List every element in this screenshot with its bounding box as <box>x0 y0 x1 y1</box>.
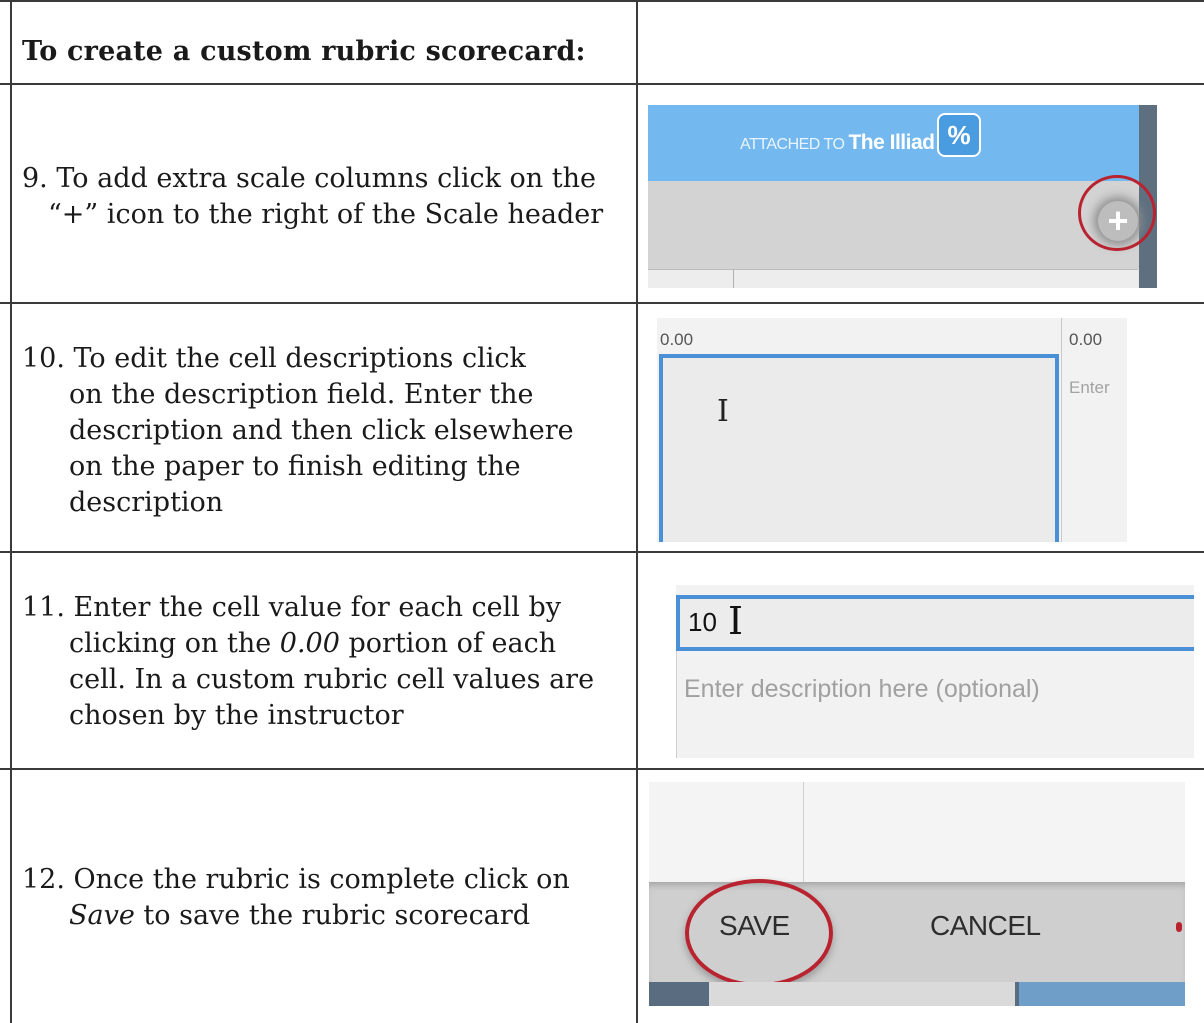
row-divider <box>0 551 1204 553</box>
attached-to-label: ATTACHED TO The Illiad <box>740 131 935 155</box>
step-12-text: 12. Once the rubric is complete click on… <box>22 862 632 934</box>
screenshot-edit-description: 0.00 0.00 Enter I <box>657 318 1127 542</box>
step-10-text: 10. To edit the cell descriptions click … <box>22 341 632 521</box>
assignment-title: The Illiad <box>848 131 935 154</box>
step-11-line2b: portion of each <box>339 628 557 659</box>
cancel-button[interactable]: CANCEL <box>930 910 1041 942</box>
cell-left-border <box>676 651 677 758</box>
attached-to-prefix: ATTACHED TO <box>740 136 845 153</box>
screenshot-add-column: ATTACHED TO The Illiad % + <box>648 105 1157 288</box>
percent-icon[interactable]: % <box>937 113 981 157</box>
step-12-line2: Save to save the rubric scorecard <box>22 898 632 934</box>
step-11-line2: clicking on the 0.00 portion of each <box>22 626 632 662</box>
text-cursor-icon: I <box>717 394 729 429</box>
footer-strip-blue <box>1019 982 1185 1006</box>
step-10-line1: 10. To edit the cell descriptions click <box>22 343 526 374</box>
column-separator <box>733 269 734 288</box>
step-11-value-em: 0.00 <box>279 628 340 659</box>
column-divider <box>636 0 638 1023</box>
step-10-line2: on the description field. Enter the <box>69 379 534 410</box>
step-12-line2b: to save the rubric scorecard <box>134 900 531 931</box>
table-header-divider <box>0 83 1204 85</box>
step-10-line3: description and then click elsewhere <box>69 415 574 446</box>
step-9-line1: 9. To add extra scale columns click on t… <box>22 163 596 194</box>
row-divider <box>0 302 1204 304</box>
row-divider <box>0 768 1204 770</box>
highlight-ring <box>1078 175 1156 251</box>
table-title: To create a custom rubric scorecard: <box>22 36 586 67</box>
step-11-line3: cell. In a custom rubric cell values are <box>69 664 595 695</box>
step-11-line1: 11. Enter the cell value for each cell b… <box>22 592 562 623</box>
cell-value: 10 <box>688 607 717 637</box>
cell-value-field[interactable]: 10 I <box>676 595 1194 651</box>
column-separator <box>803 782 804 882</box>
step-11-line4: chosen by the instructor <box>69 700 404 731</box>
step-12-save-em: Save <box>69 900 135 931</box>
cell-value-left[interactable]: 0.00 <box>660 330 693 350</box>
step-9-line2: “+” icon to the right of the Scale heade… <box>48 199 604 230</box>
description-placeholder[interactable]: Enter <box>1069 378 1110 398</box>
table-border-left <box>10 0 12 1023</box>
table-border-top <box>0 0 1204 2</box>
cell-separator <box>1061 318 1062 542</box>
step-11-text: 11. Enter the cell value for each cell b… <box>22 590 632 734</box>
cell-value-right[interactable]: 0.00 <box>1069 330 1102 350</box>
screenshot-save: SAVE CANCEL <box>649 782 1185 1006</box>
description-field[interactable] <box>659 354 1059 542</box>
step-10-line4: on the paper to finish editing the <box>69 451 521 482</box>
edge-marker <box>1176 922 1182 932</box>
instruction-table: To create a custom rubric scorecard: 9. … <box>0 0 1204 1023</box>
step-11-line2a: clicking on the <box>69 628 280 659</box>
highlight-ring <box>685 879 833 987</box>
scale-cell-row <box>648 269 1138 288</box>
screenshot-enter-value: 10 I Enter description here (optional) <box>676 585 1194 758</box>
footer-strip-light <box>709 982 1015 1006</box>
step-9-text: 9. To add extra scale columns click on t… <box>22 161 632 233</box>
step-10-line5: description <box>69 487 224 518</box>
description-placeholder[interactable]: Enter description here (optional) <box>684 675 1040 704</box>
step-12-line1: 12. Once the rubric is complete click on <box>22 864 570 895</box>
text-cursor-icon: I <box>728 599 744 643</box>
